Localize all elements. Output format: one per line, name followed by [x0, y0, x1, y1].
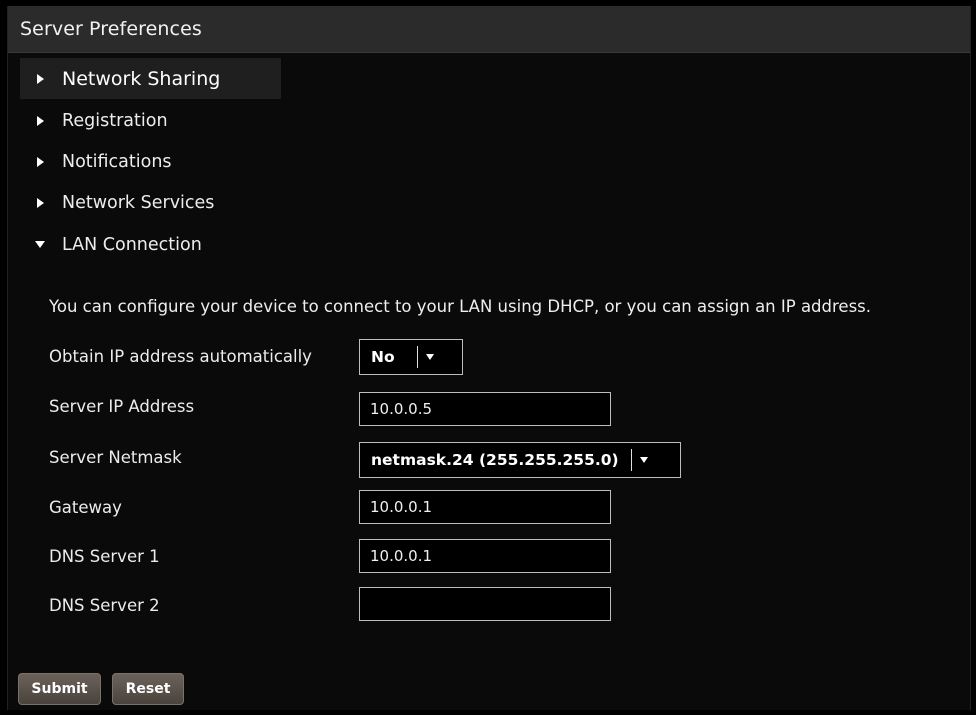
page-title: Server Preferences: [20, 18, 202, 40]
obtain-ip-label: Obtain IP address automatically: [49, 347, 312, 366]
reset-button[interactable]: Reset: [112, 673, 184, 705]
menu-item-network-services[interactable]: Network Services: [20, 182, 214, 223]
dns-server-2-field[interactable]: [359, 587, 611, 621]
server-ip-label: Server IP Address: [49, 397, 195, 416]
menu-item-lan-connection[interactable]: LAN Connection: [20, 224, 202, 265]
dns-server-1-label: DNS Server 1: [49, 547, 160, 566]
dns-server-2-label: DNS Server 2: [49, 596, 160, 615]
triangle-down-icon: [26, 241, 54, 248]
triangle-right-icon: [26, 115, 54, 126]
menu-item-notifications[interactable]: Notifications: [20, 141, 172, 182]
select-divider: [416, 346, 418, 368]
triangle-right-icon: [26, 156, 54, 167]
server-netmask-label: Server Netmask: [49, 448, 182, 467]
gateway-field[interactable]: [359, 490, 611, 524]
server-netmask-select[interactable]: netmask.24 (255.255.255.0): [359, 442, 681, 478]
submit-button[interactable]: Submit: [18, 673, 101, 705]
menu-item-label: LAN Connection: [62, 234, 202, 255]
preferences-panel: Server Preferences Network Sharing Regis…: [7, 6, 971, 710]
gateway-label: Gateway: [49, 498, 122, 517]
menu-item-network-sharing[interactable]: Network Sharing: [20, 58, 281, 99]
triangle-right-icon: [26, 197, 54, 208]
lan-description: You can configure your device to connect…: [49, 297, 872, 316]
obtain-ip-select[interactable]: No: [359, 339, 463, 375]
triangle-right-icon: [26, 73, 54, 84]
menu-item-label: Registration: [62, 110, 168, 131]
menu-item-label: Notifications: [62, 151, 172, 172]
obtain-ip-value: No: [371, 348, 395, 366]
title-bar: Server Preferences: [8, 6, 970, 53]
caret-down-icon: [639, 457, 648, 463]
dns-server-1-field[interactable]: [359, 539, 611, 573]
menu-item-label: Network Sharing: [62, 67, 221, 90]
server-netmask-value: netmask.24 (255.255.255.0): [371, 451, 619, 469]
caret-down-icon: [425, 354, 434, 360]
server-ip-field[interactable]: [359, 392, 611, 426]
select-divider: [630, 449, 632, 471]
menu-item-label: Network Services: [62, 192, 215, 213]
menu-item-registration[interactable]: Registration: [20, 100, 168, 141]
